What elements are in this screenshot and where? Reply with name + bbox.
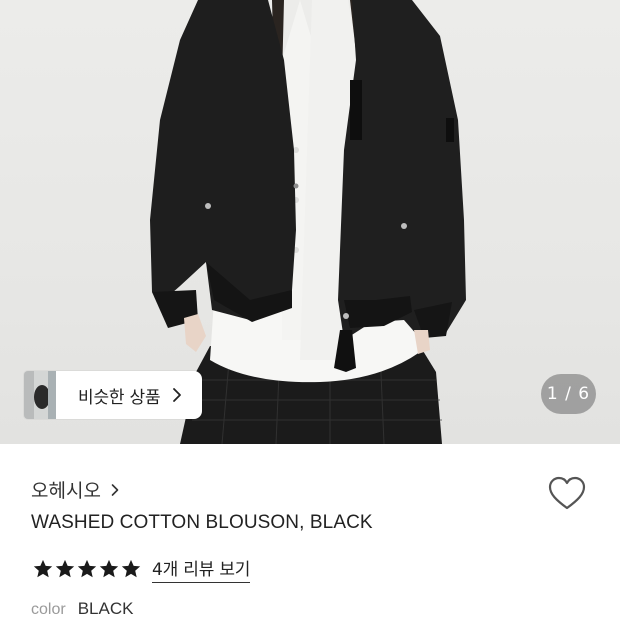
color-option: color BLACK bbox=[31, 599, 133, 619]
product-title: WASHED COTTON BLOUSON, BLACK bbox=[31, 512, 373, 533]
similar-products-button[interactable]: 비슷한 상품 bbox=[24, 371, 203, 419]
star-icon bbox=[99, 559, 119, 578]
chevron-right-icon bbox=[111, 483, 119, 496]
color-value: BLACK bbox=[77, 599, 134, 618]
product-image-gallery[interactable]: 비슷한 상품 1 / 6 bbox=[0, 0, 620, 444]
star-icon bbox=[121, 559, 141, 578]
similar-product-thumbnail bbox=[24, 371, 56, 419]
similar-products-chip[interactable]: 비슷한 상품 bbox=[56, 371, 203, 419]
brand-name: 오헤시오 bbox=[31, 480, 101, 502]
star-icon bbox=[33, 559, 53, 578]
chevron-right-icon bbox=[173, 388, 182, 402]
image-counter: 1 / 6 bbox=[541, 374, 596, 414]
rating-row: 4개 리뷰 보기 bbox=[32, 555, 250, 583]
star-icon bbox=[77, 559, 97, 578]
color-label: color bbox=[31, 601, 66, 618]
similar-products-label: 비슷한 상품 bbox=[78, 387, 161, 408]
view-reviews-link[interactable]: 4개 리뷰 보기 bbox=[152, 555, 250, 583]
heart-icon[interactable] bbox=[548, 476, 586, 512]
star-icon bbox=[55, 559, 75, 578]
brand-link[interactable]: 오헤시오 bbox=[31, 476, 119, 503]
star-rating bbox=[32, 558, 142, 580]
